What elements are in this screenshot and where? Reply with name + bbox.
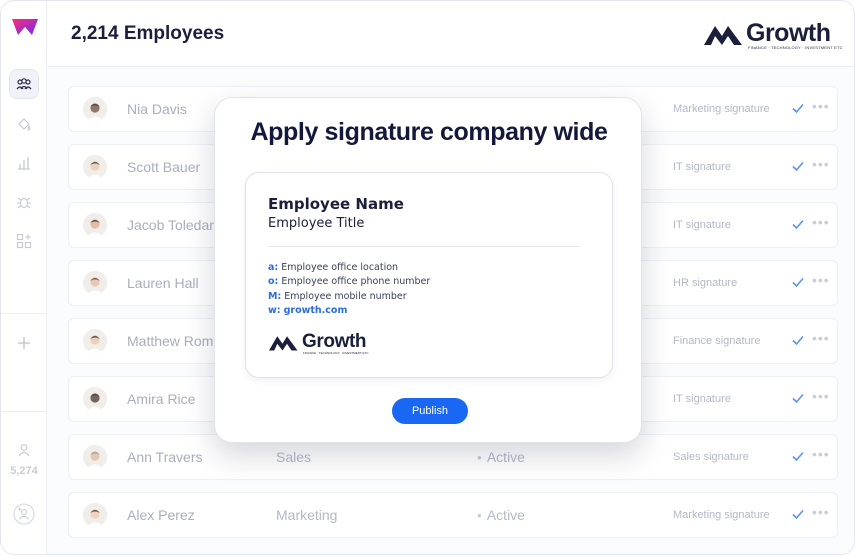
avatar xyxy=(83,445,107,469)
contact-value: Employee mobile number xyxy=(284,291,407,302)
employee-signature: Marketing signature xyxy=(673,509,770,521)
sidebar: 5,274 xyxy=(1,1,47,554)
page-title: 2,214 Employees xyxy=(71,23,225,44)
paint-bucket-icon xyxy=(18,118,31,131)
growth-logo-icon xyxy=(704,26,742,45)
avatar xyxy=(83,155,107,179)
check-icon xyxy=(792,335,804,346)
apps-add-icon xyxy=(16,233,32,249)
employee-name: Alex Perez xyxy=(127,507,195,523)
add-user-icon xyxy=(13,503,35,525)
sidebar-user-count-icon xyxy=(9,435,39,465)
employee-signature: Sales signature xyxy=(673,451,749,463)
contact-website-link: growth.com xyxy=(283,305,348,316)
apply-signature-modal: Apply signature company wide Employee Na… xyxy=(214,97,642,443)
contact-key: w: xyxy=(268,305,281,316)
signature-employee-name: Employee Name xyxy=(268,195,404,213)
contact-key: o: xyxy=(268,276,279,287)
brand-tagline: FINANCE · TECHNOLOGY · INVESTMENT ETC xyxy=(748,45,843,50)
plus-icon xyxy=(18,337,30,349)
avatar xyxy=(83,97,107,121)
signature-contact-mobile: M: Employee mobile number xyxy=(268,291,407,302)
employee-row[interactable]: Alex Perez Marketing Active Marketing signa… xyxy=(68,492,838,538)
sidebar-item-analytics[interactable] xyxy=(9,148,39,178)
contact-key: M: xyxy=(268,291,282,302)
employee-name: Ann Travers xyxy=(127,449,203,465)
employee-status: Active xyxy=(477,449,525,465)
employee-signature: Marketing signature xyxy=(673,103,770,115)
employee-signature: Finance signature xyxy=(673,335,761,347)
sidebar-item-design[interactable] xyxy=(9,109,39,139)
bug-icon xyxy=(17,197,31,209)
more-options-icon[interactable]: ••• xyxy=(812,214,830,230)
avatar xyxy=(83,329,107,353)
check-icon xyxy=(792,103,804,114)
bar-chart-icon xyxy=(18,157,30,170)
signature-brand-logo: Growth FINANCE · TECHNOLOGY · INVESTMENT… xyxy=(268,331,378,359)
employee-status: Active xyxy=(477,507,525,523)
header: 2,214 Employees Growth FINANCE · TECHNOL… xyxy=(47,1,854,67)
user-icon xyxy=(18,444,30,457)
sidebar-divider xyxy=(1,411,47,412)
employee-department: Sales xyxy=(276,449,312,465)
check-icon xyxy=(792,509,804,520)
contact-key: a: xyxy=(268,262,279,273)
more-options-icon[interactable]: ••• xyxy=(812,98,830,114)
check-icon xyxy=(792,219,804,230)
signature-contact-office-phone: o: Employee office phone number xyxy=(268,276,430,287)
signature-brand-name: Growth xyxy=(302,331,367,352)
signature-preview-card: Employee Name Employee Title a: Employee … xyxy=(245,172,613,378)
sidebar-item-employees[interactable] xyxy=(9,69,39,99)
employee-department: Marketing xyxy=(276,507,338,523)
growth-logo-icon xyxy=(269,336,298,351)
sidebar-divider xyxy=(1,313,47,314)
brand-name: Growth xyxy=(746,19,831,47)
modal-title: Apply signature company wide xyxy=(250,118,608,146)
employee-signature: HR signature xyxy=(673,277,738,289)
users-icon xyxy=(16,78,32,90)
sidebar-add-button[interactable] xyxy=(9,328,39,358)
more-options-icon[interactable]: ••• xyxy=(812,504,830,520)
check-icon xyxy=(792,277,804,288)
app-logo-icon[interactable] xyxy=(10,15,40,39)
avatar xyxy=(83,271,107,295)
add-user-button[interactable] xyxy=(9,499,39,529)
more-options-icon[interactable]: ••• xyxy=(812,156,830,172)
signature-divider xyxy=(268,246,580,247)
employee-name: Nia Davis xyxy=(127,101,187,117)
contact-value: Employee office location xyxy=(281,262,399,273)
sidebar-item-debug[interactable] xyxy=(9,187,39,217)
avatar xyxy=(83,213,107,237)
more-options-icon[interactable]: ••• xyxy=(812,272,830,288)
brand-logo: Growth FINANCE · TECHNOLOGY · INVESTMENT… xyxy=(704,19,843,53)
publish-button[interactable]: Publish xyxy=(392,398,468,424)
signature-contact-website: w: growth.com xyxy=(268,305,347,316)
avatar xyxy=(83,387,107,411)
app-window: 5,274 2,214 Employees Growth FINANCE · T… xyxy=(0,0,855,555)
employee-signature: IT signature xyxy=(673,161,731,173)
more-options-icon[interactable]: ••• xyxy=(812,330,830,346)
signature-brand-tagline: FINANCE · TECHNOLOGY · INVESTMENT ETC xyxy=(303,351,369,355)
employee-name: Jacob Toledano xyxy=(127,217,225,233)
more-options-icon[interactable]: ••• xyxy=(812,388,830,404)
avatar xyxy=(83,503,107,527)
employee-name: Scott Bauer xyxy=(127,159,201,175)
contact-value: Employee office phone number xyxy=(281,276,431,287)
employee-signature: IT signature xyxy=(673,393,731,405)
check-icon xyxy=(792,161,804,172)
employee-name: Lauren Hall xyxy=(127,275,199,291)
employee-signature: IT signature xyxy=(673,219,731,231)
signature-contact-address: a: Employee office location xyxy=(268,262,398,273)
more-options-icon[interactable]: ••• xyxy=(812,446,830,462)
check-icon xyxy=(792,393,804,404)
sidebar-item-apps[interactable] xyxy=(9,226,39,256)
sidebar-user-count: 5,274 xyxy=(10,465,38,477)
signature-employee-title: Employee Title xyxy=(268,216,365,231)
check-icon xyxy=(792,451,804,462)
employee-name: Amira Rice xyxy=(127,391,196,407)
